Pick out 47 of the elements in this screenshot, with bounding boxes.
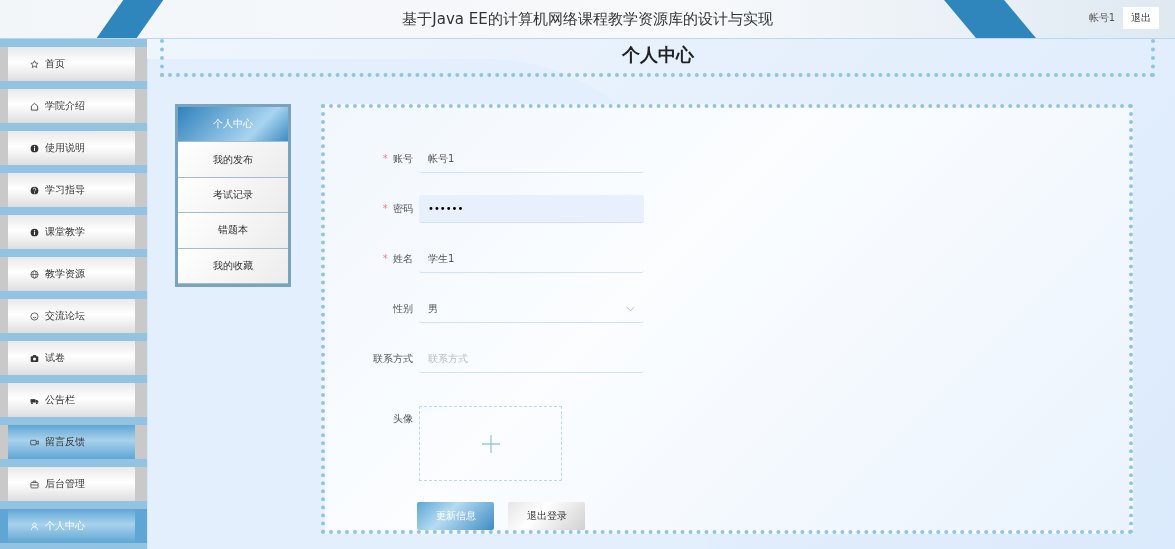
- sidebar-item[interactable]: 学习指导: [0, 173, 147, 207]
- camera-icon: [30, 353, 39, 363]
- password-field[interactable]: ••••••: [419, 195, 644, 223]
- field-label: 账号: [393, 153, 413, 164]
- info-icon: [30, 143, 39, 153]
- info-icon: [30, 227, 39, 237]
- required-mark: *: [382, 253, 388, 264]
- field-label: 密码: [393, 203, 413, 214]
- submenu-item[interactable]: 我的收藏: [178, 248, 288, 285]
- sidebar-item[interactable]: 使用说明: [0, 131, 147, 165]
- select-field[interactable]: 男: [419, 295, 644, 323]
- chevron-down-icon: [626, 305, 635, 312]
- input-field[interactable]: 帐号1: [419, 145, 644, 173]
- plus-icon: [481, 434, 500, 453]
- submenu-item[interactable]: 我的发布: [178, 142, 288, 178]
- required-mark: *: [382, 203, 388, 214]
- sidebar-item[interactable]: 学院介绍: [0, 89, 147, 123]
- field-label: 头像: [393, 413, 413, 424]
- logout-button[interactable]: 退出: [1123, 7, 1159, 29]
- field-label: 性别: [393, 303, 413, 314]
- page-heading: 个人中心: [621, 43, 694, 67]
- sidebar-item[interactable]: 教学资源: [0, 257, 147, 291]
- site-title: 基于Java EE的计算机网络课程教学资源库的设计与实现: [402, 9, 773, 29]
- required-mark: *: [382, 153, 388, 164]
- logout-button[interactable]: 退出登录: [508, 502, 585, 530]
- field-label: 联系方式: [373, 353, 413, 364]
- smile-icon: [30, 311, 39, 321]
- question-icon: [30, 185, 39, 195]
- star-icon: [30, 59, 39, 69]
- username: 帐号1: [1088, 11, 1115, 25]
- video-icon: [30, 437, 39, 447]
- sidebar-item[interactable]: 课堂教学: [0, 215, 147, 249]
- submenu-item[interactable]: 错题本: [178, 213, 288, 249]
- field-label: 姓名: [393, 253, 413, 264]
- sidebar-item[interactable]: 交流论坛: [0, 299, 147, 333]
- sidebar-item[interactable]: 后台管理: [0, 467, 147, 501]
- sidebar-item[interactable]: 留言反馈: [0, 425, 147, 459]
- user-icon: [30, 521, 39, 531]
- box-icon: [30, 479, 39, 489]
- submenu-item[interactable]: 考试记录: [178, 177, 288, 214]
- globe-icon: [30, 269, 39, 279]
- sidebar-item[interactable]: 试卷: [0, 341, 147, 375]
- house-icon: [30, 101, 39, 111]
- input-field[interactable]: 学生1: [419, 245, 644, 273]
- sidebar-item[interactable]: 公告栏: [0, 383, 147, 417]
- sidebar-item[interactable]: 首页: [0, 47, 147, 81]
- upload-box[interactable]: [419, 406, 562, 481]
